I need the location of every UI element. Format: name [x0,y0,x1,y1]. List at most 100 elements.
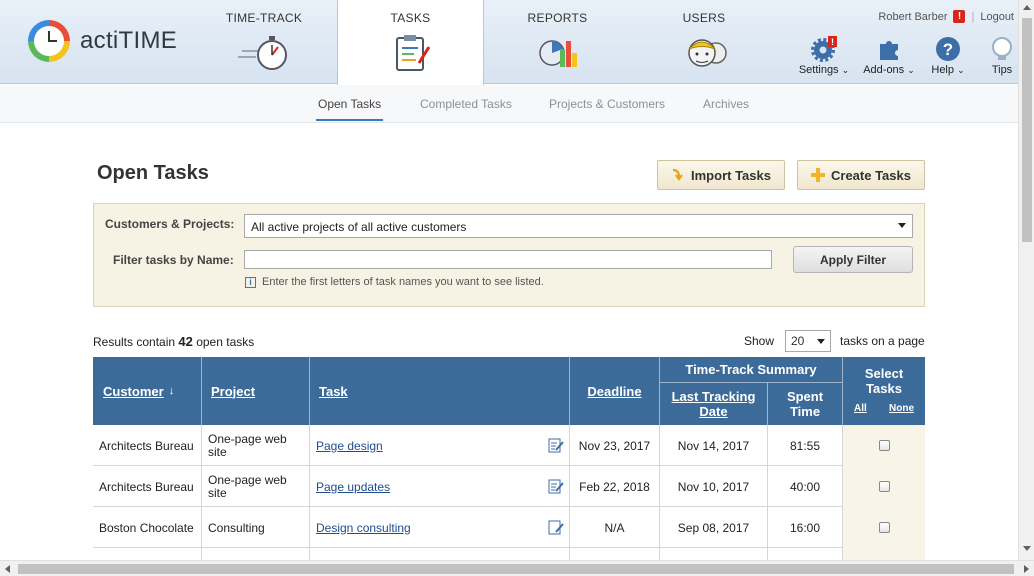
tasks-per-page-select[interactable]: 20 [785,330,831,352]
select-tasks-header-label: Select Tasks [864,366,904,396]
stopwatch-icon [238,36,287,70]
reports-chart-icon [538,40,577,67]
customers-projects-select[interactable]: All active projects of all active custom… [244,214,913,238]
user-separator: | [971,10,975,23]
spent-time-cell: 40:00 [768,466,843,507]
results-summary: Results contain 42 open tasks [93,334,254,349]
subtab-open-tasks[interactable]: Open Tasks [315,97,384,121]
select-all-link[interactable]: All [854,403,867,414]
deadline-cell: N/A [570,507,660,548]
project-cell: Consulting [202,507,310,548]
user-name[interactable]: Robert Barber [878,11,947,23]
vertical-scrollbar[interactable] [1018,0,1034,560]
customers-projects-value: All active projects of all active custom… [251,220,467,234]
tab-tasks[interactable]: TASKS [337,0,484,85]
task-checkbox[interactable] [878,440,890,451]
project-cell: One-page web site [202,425,310,466]
plus-icon [811,168,825,182]
clock-logo-icon [28,20,70,62]
tab-users[interactable]: USERS [650,0,758,84]
users-icon [688,39,727,67]
addons-caret-icon: ⌄ [907,65,915,75]
help-icon: ? [936,37,960,61]
tab-time-track[interactable]: TIME-TRACK [205,0,323,84]
select-none-link[interactable]: None [889,403,914,414]
spent-time-cell: 81:55 [768,425,843,466]
edit-task-icon[interactable] [548,437,564,453]
scroll-down-icon[interactable] [1023,546,1031,551]
column-group-time-track-summary: Time-Track Summary [660,357,843,383]
filter-panel: Customers & Projects: All active project… [93,203,925,307]
subtab-archives[interactable]: Archives [703,97,749,111]
customer-cell: Architects Bureau [93,466,202,507]
import-arrow-icon [672,168,683,181]
column-header-deadline[interactable]: Deadline [570,357,660,425]
time-track-summary-label: Time-Track Summary [685,362,817,377]
task-checkbox[interactable] [878,481,890,492]
scroll-right-icon[interactable] [1024,565,1029,573]
tips-button[interactable]: Tips [986,36,1018,76]
task-header-label: Task [319,383,348,399]
actitime-logo[interactable]: actiTIME [28,20,177,62]
task-cell: Page updates [310,466,570,507]
tab-tasks-label: TASKS [390,11,431,25]
user-alert-icon[interactable]: ! [953,10,966,23]
table-row: Boston Chocolate Consulting Design consu… [93,507,925,548]
last-tracking-header-label: Last Tracking Date [671,389,756,419]
table-row [93,548,925,560]
scroll-left-icon[interactable] [5,565,10,573]
svg-text:!: ! [831,37,834,47]
svg-text:?: ? [943,40,953,59]
vertical-scroll-thumb[interactable] [1022,18,1032,242]
filter-name-input[interactable] [244,250,772,269]
create-tasks-label: Create Tasks [831,167,911,183]
select-cell [843,507,925,548]
task-link[interactable]: Design consulting [316,521,411,535]
apply-filter-button[interactable]: Apply Filter [793,246,913,273]
customers-projects-label: Customers & Projects: [105,217,235,231]
filter-hint: i Enter the first letters of task names … [245,276,544,288]
deadline-cell: Feb 22, 2018 [570,466,660,507]
tab-reports[interactable]: REPORTS [500,0,615,84]
help-caret-icon: ⌄ [957,65,965,75]
tab-reports-label: REPORTS [527,11,588,25]
tasks-per-page-value: 20 [791,334,805,348]
gear-icon: ! [811,36,837,62]
subtab-projects-customers[interactable]: Projects & Customers [549,97,665,111]
customer-cell: Architects Bureau [93,425,202,466]
horizontal-scroll-thumb[interactable] [18,564,1014,574]
dropdown-arrow-icon [898,223,906,228]
project-cell: One-page web site [202,466,310,507]
column-header-customer[interactable]: Customer ↓ [93,357,202,425]
results-prefix: Results contain [93,335,176,349]
lightbulb-icon [992,37,1012,60]
customer-cell: Boston Chocolate [93,507,202,548]
logout-link[interactable]: Logout [980,11,1014,23]
filter-name-label: Filter tasks by Name: [113,253,234,267]
edit-task-icon[interactable] [548,519,564,535]
task-link[interactable]: Page design [316,439,383,453]
subtab-completed-tasks[interactable]: Completed Tasks [420,97,512,111]
create-tasks-button[interactable]: Create Tasks [797,160,925,190]
help-menu[interactable]: ? Help ⌄ [928,36,968,76]
column-header-last-tracking[interactable]: Last Tracking Date [660,383,768,425]
addons-menu[interactable]: Add-ons ⌄ [862,36,916,76]
edit-task-icon[interactable] [548,478,564,494]
scroll-up-icon[interactable] [1023,5,1031,10]
task-checkbox[interactable] [878,522,890,533]
tasks-per-page-label: tasks on a page [840,334,925,348]
table-header: Customer ↓ Project Task Deadline Time-Tr… [93,357,925,425]
tab-time-track-label: TIME-TRACK [225,11,303,25]
dropdown-arrow-icon [817,339,825,344]
column-header-project[interactable]: Project [202,357,310,425]
column-header-task[interactable]: Task [310,357,570,425]
import-tasks-label: Import Tasks [691,167,771,183]
import-tasks-button[interactable]: Import Tasks [657,160,785,190]
spent-time-header-label: Spent Time [786,389,824,419]
settings-menu[interactable]: ! Settings ⌄ [796,36,852,76]
select-cell [843,466,925,507]
page-title: Open Tasks [97,162,209,184]
horizontal-scrollbar[interactable] [0,560,1034,576]
task-link[interactable]: Page updates [316,480,390,494]
task-cell: Design consulting [310,507,570,548]
